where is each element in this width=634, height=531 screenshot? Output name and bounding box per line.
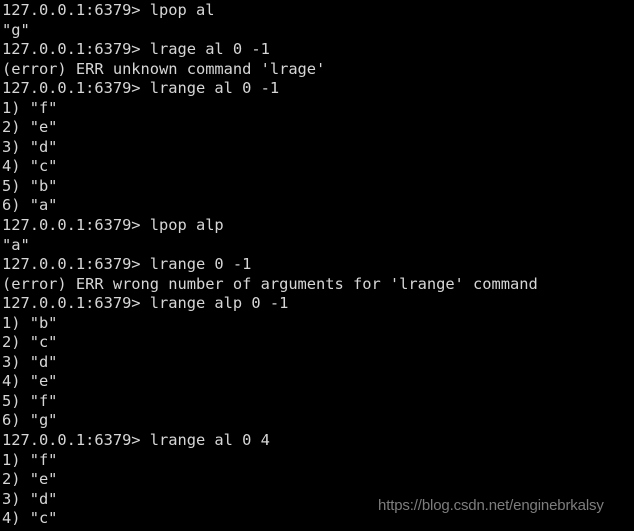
terminal-line: 5) "b" bbox=[2, 176, 58, 195]
terminal-line: (error) ERR wrong number of arguments fo… bbox=[2, 274, 538, 293]
terminal-line: 127.0.0.1:6379> lpop al bbox=[2, 1, 215, 19]
terminal-line: 3) "d" bbox=[2, 137, 58, 156]
terminal-line: 127.0.0.1:6379> lrage al 0 -1 bbox=[2, 40, 270, 59]
terminal-line: 4) "c" bbox=[2, 157, 58, 176]
terminal-line: 127.0.0.1:6379> lrange 0 -1 bbox=[2, 255, 252, 274]
terminal-line: "a" bbox=[2, 235, 30, 254]
terminal-line: 2) "c" bbox=[2, 333, 58, 352]
watermark-text: https://blog.csdn.net/enginebrkalsy bbox=[378, 497, 604, 514]
terminal-line: 4) "e" bbox=[2, 372, 58, 391]
terminal-line: 1) "b" bbox=[2, 313, 58, 332]
terminal-line: 2) "e" bbox=[2, 118, 58, 137]
terminal-line: 3) "d" bbox=[2, 352, 58, 371]
terminal-line: 127.0.0.1:6379> lrange alp 0 -1 bbox=[2, 294, 289, 313]
terminal-line: "g" bbox=[2, 20, 30, 39]
terminal-line: (error) ERR unknown command 'lrage' bbox=[2, 59, 326, 78]
terminal-output[interactable]: 127.0.0.1:6379> lpop al "g" 127.0.0.1:6379… bbox=[2, 1, 538, 531]
terminal-line: 6) "a" bbox=[2, 196, 58, 215]
terminal-line: 127.0.0.1:6379> lpop alp bbox=[2, 216, 224, 235]
terminal-line: 2) "e" bbox=[2, 470, 58, 489]
terminal-line: 1) "f" bbox=[2, 450, 58, 469]
terminal-line: 127.0.0.1:6379> lrange al 0 4 bbox=[2, 431, 270, 450]
terminal-line: 5) "f" bbox=[2, 391, 58, 410]
terminal-line: 6) "g" bbox=[2, 411, 58, 430]
terminal-line: 127.0.0.1:6379> lrange al 0 -1 bbox=[2, 79, 280, 98]
terminal-window[interactable]: 127.0.0.1:6379> lpop al "g" 127.0.0.1:6379… bbox=[0, 0, 634, 531]
terminal-line: 1) "f" bbox=[2, 98, 58, 117]
